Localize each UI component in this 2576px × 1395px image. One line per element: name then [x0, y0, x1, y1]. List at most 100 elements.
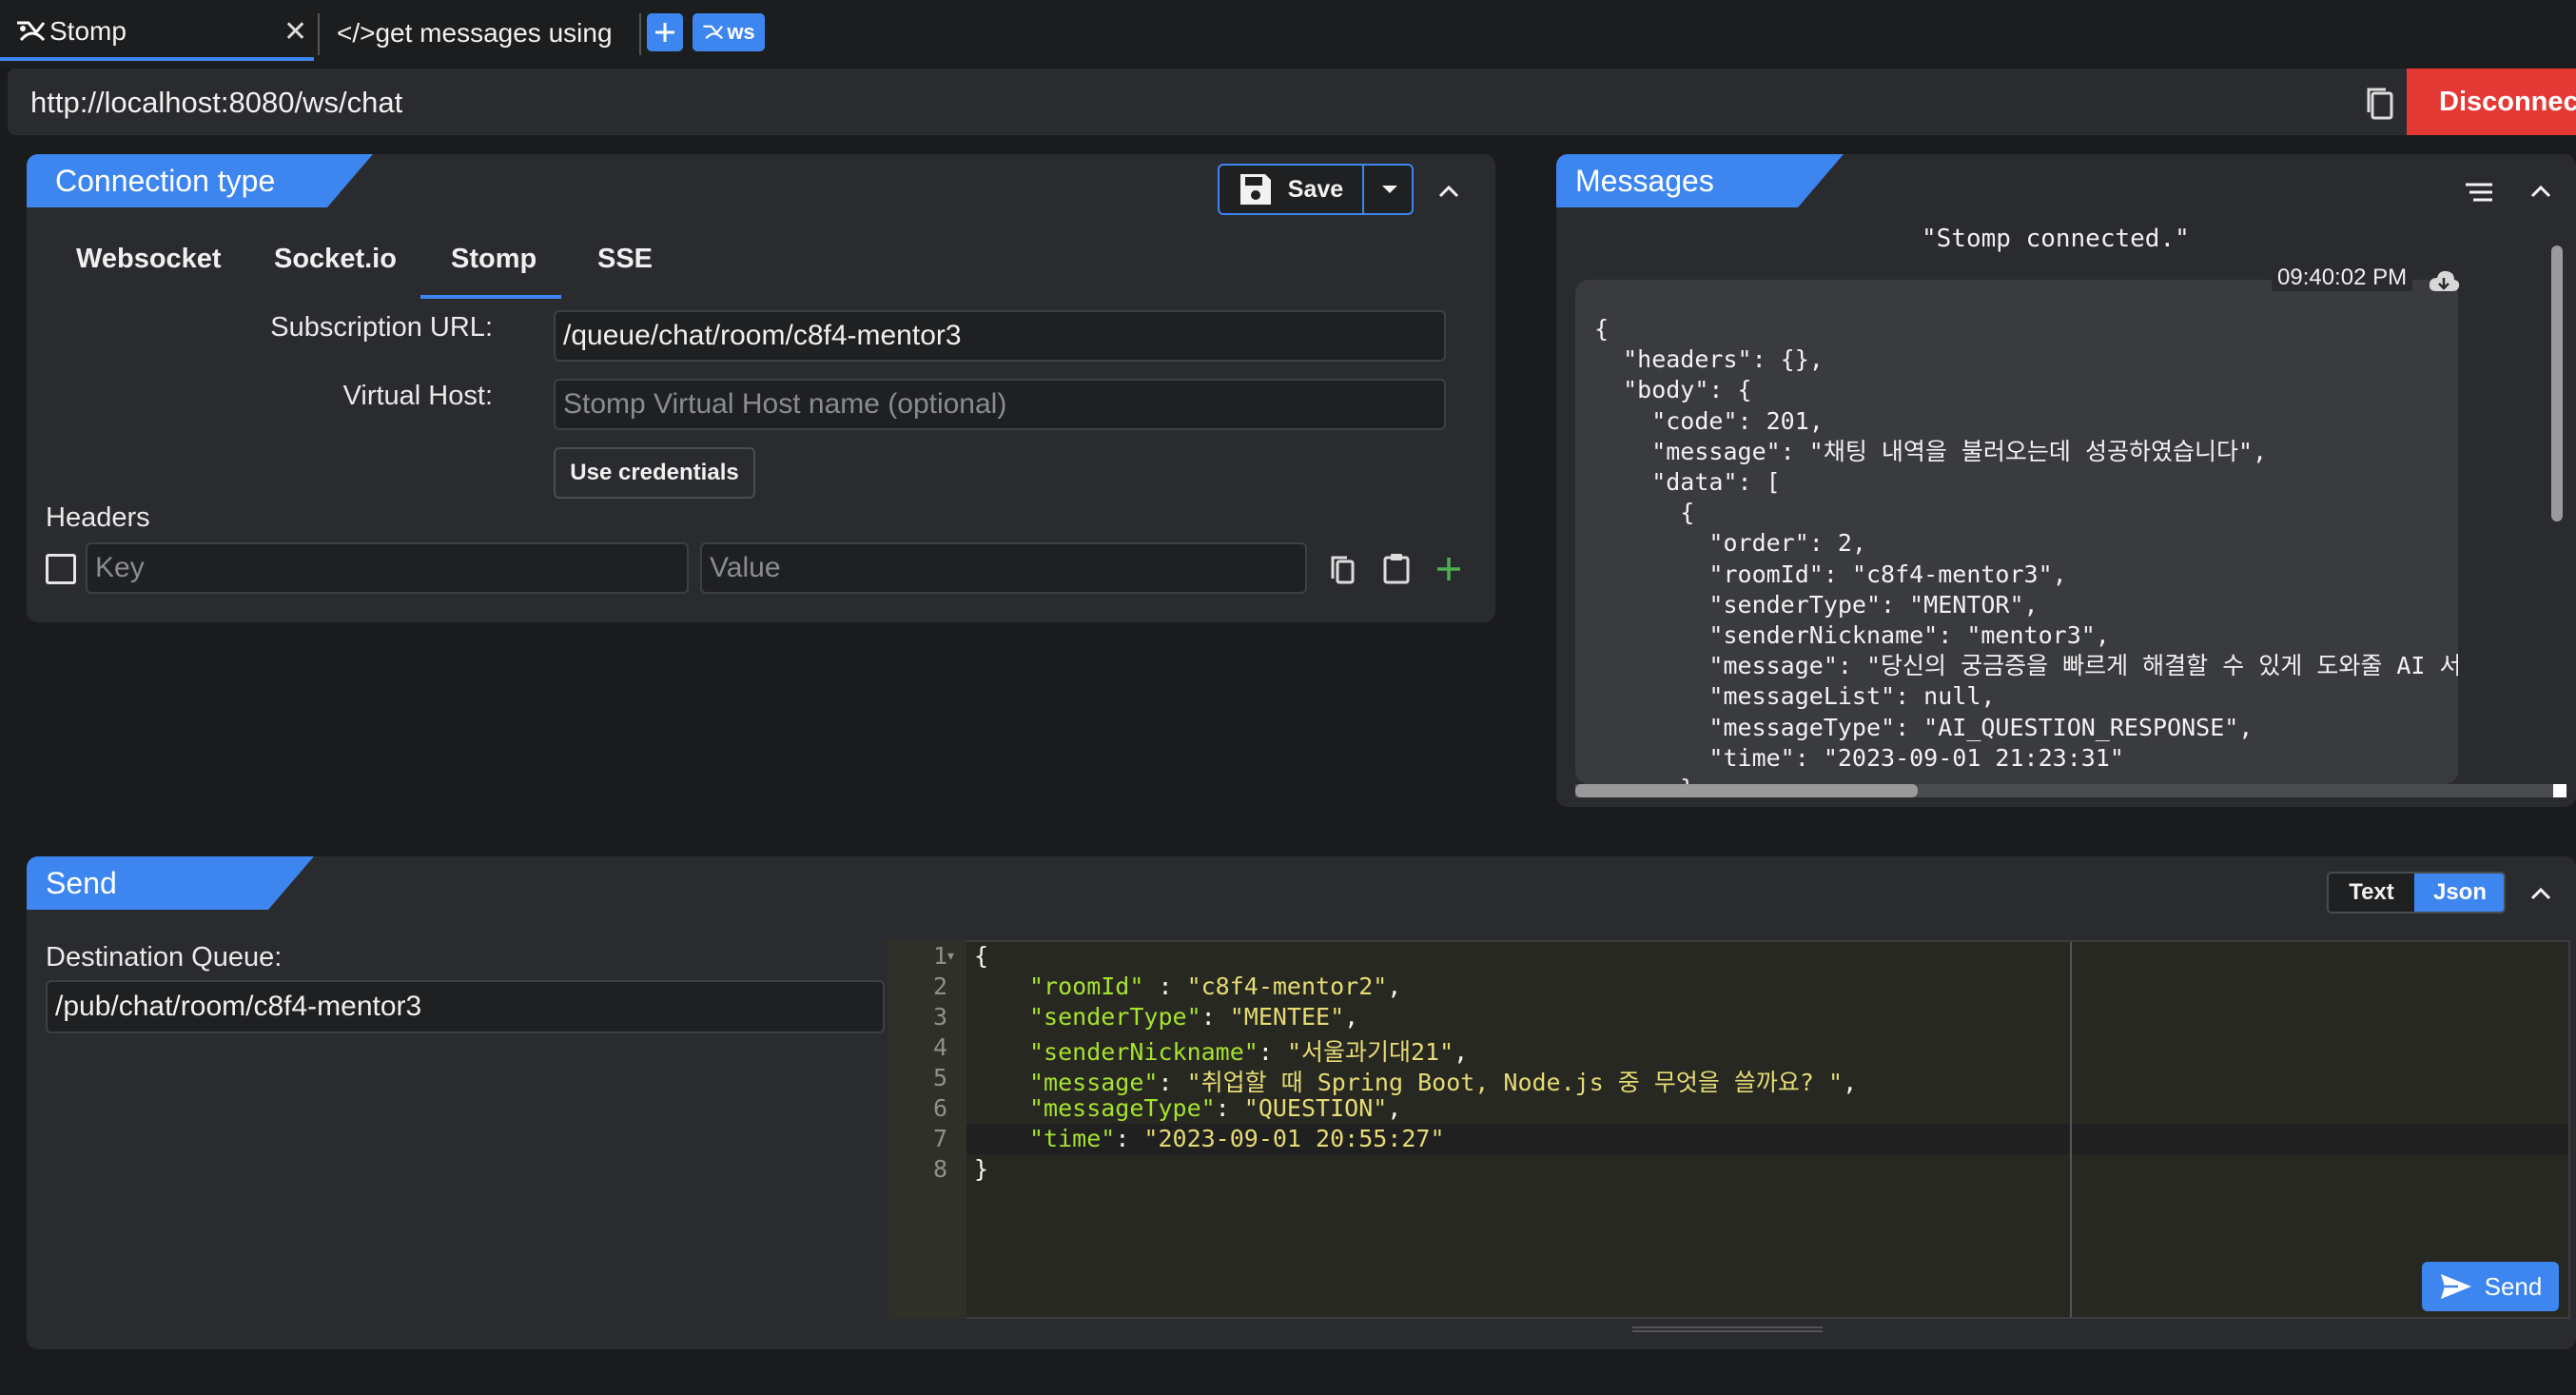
- mode-json-label: Json: [2432, 879, 2487, 905]
- save-options-dropdown[interactable]: [1366, 166, 1414, 213]
- paste-icon[interactable]: [1381, 552, 1412, 584]
- message-json-line: "senderNickname": "mentor3",: [1594, 621, 2110, 650]
- message-json: { "headers": {}, "body": { "code": 201, …: [1594, 314, 2458, 784]
- json-key: "senderType": [1029, 1003, 1201, 1031]
- ws-label: ws: [727, 20, 755, 44]
- mode-json-button[interactable]: Json: [2414, 874, 2504, 912]
- url-input[interactable]: http://localhost:8080/ws/chat: [30, 86, 402, 120]
- header-value-input[interactable]: Value: [700, 542, 1307, 594]
- stomp-logo-icon: [703, 25, 724, 40]
- tab-label: </>get messages using: [337, 18, 613, 48]
- header-enable-checkbox[interactable]: [46, 554, 76, 584]
- code-line: }: [974, 1155, 988, 1183]
- send-button[interactable]: Send: [2422, 1262, 2559, 1311]
- scroll-corner: [2553, 784, 2566, 797]
- message-json-line: "time": "2023-09-01 21:23:31": [1594, 743, 2124, 772]
- cloud-download-icon[interactable]: [2428, 268, 2460, 295]
- code-line: "roomId" : "c8f4-mentor2",: [1029, 973, 1401, 1000]
- tab-stomp-type[interactable]: Stomp: [451, 244, 537, 275]
- horizontal-scrollbar[interactable]: [1575, 784, 1918, 797]
- vertical-scrollbar[interactable]: [2551, 246, 2563, 521]
- save-button[interactable]: Save: [1220, 166, 1364, 213]
- tab-bar: Stomp ✕ </>get messages using ws: [0, 0, 2576, 67]
- message-json-line: {: [1594, 315, 1610, 343]
- json-sep: :: [1200, 1003, 1230, 1031]
- send-label: Send: [2484, 1271, 2543, 1301]
- close-tab-icon[interactable]: ✕: [283, 15, 307, 49]
- json-sep: :: [1258, 1038, 1287, 1066]
- send-paper-plane-icon: [2440, 1274, 2471, 1299]
- tab-socketio[interactable]: Socket.io: [274, 244, 397, 275]
- destination-queue-value: /pub/chat/room/c8f4-mentor3: [55, 991, 422, 1022]
- add-header-icon[interactable]: [1434, 555, 1463, 583]
- json-value: "MENTEE": [1229, 1003, 1345, 1031]
- use-credentials-label: Use credentials: [570, 460, 739, 485]
- json-key: "senderNickname": [1029, 1038, 1259, 1066]
- editor-print-margin: [2070, 942, 2072, 1317]
- message-json-line: "message": "당신의 궁금증을 빠르게 해결할 수 있게 도와줄 AI…: [1594, 652, 2458, 680]
- messages-panel-title: Messages: [1556, 154, 1844, 207]
- line-number: 3: [932, 1003, 947, 1031]
- resize-handle[interactable]: [1632, 1326, 1823, 1332]
- fold-arrow-icon[interactable]: ▾: [947, 948, 954, 964]
- virtual-host-input[interactable]: Stomp Virtual Host name (optional): [554, 379, 1446, 430]
- mode-text-button[interactable]: Text: [2329, 874, 2414, 912]
- tab-sse[interactable]: SSE: [597, 244, 653, 275]
- message-json-line: "code": 201,: [1594, 406, 1824, 435]
- save-label: Save: [1287, 175, 1344, 203]
- code-line: "time": "2023-09-01 20:55:27": [1029, 1125, 1445, 1152]
- message-json-line: "messageList": null,: [1594, 682, 1996, 711]
- json-sep: :: [1215, 1094, 1244, 1122]
- new-ws-tab-button[interactable]: ws: [693, 13, 765, 51]
- virtual-host-label: Virtual Host:: [342, 381, 493, 411]
- add-tab-button[interactable]: [647, 13, 683, 51]
- json-value: "2023-09-01 20:55:27": [1143, 1125, 1445, 1152]
- chevron-up-icon[interactable]: [2527, 177, 2555, 206]
- code-line: "messageType": "QUESTION",: [1029, 1094, 1401, 1122]
- json-value: "서울과기대21": [1286, 1038, 1454, 1066]
- tab-label: Stomp: [49, 16, 127, 46]
- message-json-line: {: [1594, 499, 1695, 527]
- destination-queue-label: Destination Queue:: [46, 942, 283, 973]
- stomp-logo-icon: [17, 21, 46, 42]
- line-number: 2: [932, 973, 947, 1000]
- tab-stomp[interactable]: Stomp ✕: [0, 6, 314, 61]
- chevron-up-icon[interactable]: [1434, 177, 1463, 206]
- tab-websocket[interactable]: Websocket: [76, 244, 222, 275]
- code-line: "senderNickname": "서울과기대21",: [1029, 1033, 1468, 1068]
- message-bubble[interactable]: { "headers": {}, "body": { "code": 201, …: [1575, 280, 2458, 784]
- url-bar[interactable]: http://localhost:8080/ws/chat: [8, 69, 2576, 135]
- json-value: "QUESTION": [1243, 1094, 1388, 1122]
- message-timestamp: 09:40:02 PM: [2272, 265, 2413, 291]
- json-key: "time": [1029, 1125, 1116, 1152]
- plus-icon: [655, 23, 674, 42]
- subscription-url-label: Subscription URL:: [270, 312, 493, 343]
- header-key-input[interactable]: Key: [86, 542, 689, 594]
- save-button-group: Save: [1218, 164, 1414, 215]
- message-json-line: "order": 2,: [1594, 529, 1866, 558]
- json-comma: ,: [1843, 1069, 1858, 1096]
- chevron-up-icon[interactable]: [2527, 879, 2555, 908]
- line-number: 6: [932, 1094, 947, 1122]
- json-value: "c8f4-mentor2": [1186, 973, 1388, 1000]
- message-json-line: "roomId": "c8f4-mentor3",: [1594, 560, 2067, 588]
- message-json-line: },: [1594, 774, 2458, 784]
- json-sep: :: [1158, 1069, 1187, 1096]
- json-comma: ,: [1387, 1094, 1402, 1122]
- line-number: 1: [932, 942, 947, 970]
- line-number: 4: [932, 1033, 947, 1061]
- code-line: "senderType": "MENTEE",: [1029, 1003, 1358, 1031]
- json-comma: ,: [1344, 1003, 1359, 1031]
- virtual-host-placeholder: Stomp Virtual Host name (optional): [563, 388, 1007, 420]
- destination-queue-input[interactable]: /pub/chat/room/c8f4-mentor3: [46, 980, 885, 1033]
- json-sep: :: [1143, 973, 1187, 1000]
- clear-messages-icon[interactable]: [2464, 181, 2494, 206]
- tab-get-messages[interactable]: </>get messages using: [337, 6, 641, 61]
- use-credentials-button[interactable]: Use credentials: [554, 447, 755, 499]
- message-json-line: "message": "채팅 내역을 불러오는데 성공하였습니다",: [1594, 437, 2268, 465]
- copy-icon[interactable]: [2361, 84, 2399, 122]
- copy-icon[interactable]: [1328, 554, 1358, 586]
- disconnect-button[interactable]: Disconnect: [2407, 69, 2576, 135]
- subscription-url-input[interactable]: /queue/chat/room/c8f4-mentor3: [554, 310, 1446, 362]
- json-comma: ,: [1454, 1038, 1469, 1066]
